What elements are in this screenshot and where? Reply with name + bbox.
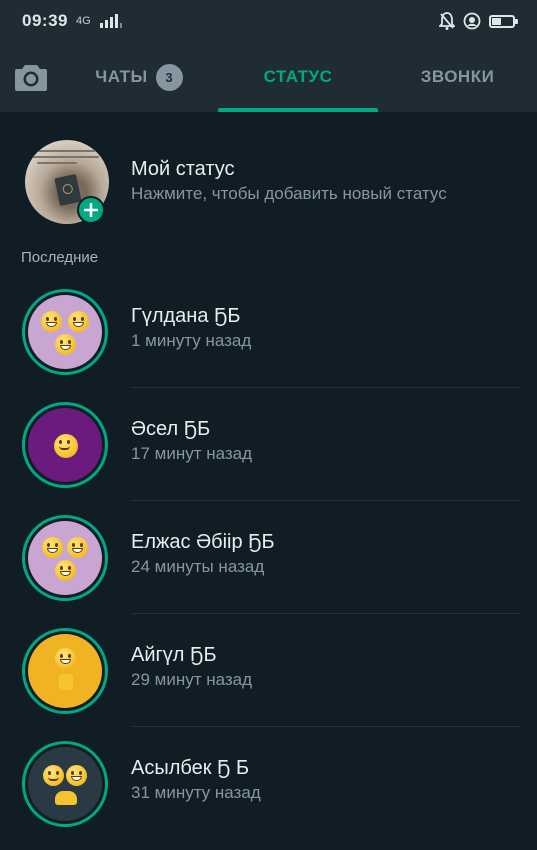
status-time: 31 минуту назад bbox=[131, 783, 261, 802]
clock: 09:39 bbox=[22, 11, 68, 30]
tab-calls-label: ЗВОНКИ bbox=[420, 67, 495, 86]
status-list-item[interactable]: Гүлдана ҔБ 1 минуту назад bbox=[0, 275, 537, 388]
status-thumbnail bbox=[28, 634, 102, 708]
network-type: 4G bbox=[75, 15, 91, 27]
contact-name: Әсел ҔБ bbox=[131, 418, 211, 440]
my-status-row[interactable]: Мой статус Нажмите, чтобы добавить новый… bbox=[0, 136, 537, 230]
status-ring bbox=[22, 741, 108, 827]
book-image bbox=[54, 174, 82, 206]
grinning-emoji-icon bbox=[41, 311, 62, 332]
add-status-icon[interactable] bbox=[77, 196, 105, 224]
status-list-item[interactable]: Айгүл ҔБ 29 минут назад bbox=[0, 614, 537, 727]
system-status-bar: 09:39 4G bbox=[0, 0, 537, 42]
status-time: 29 минут назад bbox=[131, 670, 253, 689]
contact-name: Елжас Әбіір ҔБ bbox=[131, 531, 275, 553]
tab-status[interactable]: СТАТУС bbox=[218, 42, 378, 112]
status-ring bbox=[22, 402, 108, 488]
status-thumbnail bbox=[28, 295, 102, 369]
recent-section-header: Последние bbox=[21, 249, 99, 266]
status-thumbnail bbox=[28, 747, 102, 821]
status-time: 1 минуту назад bbox=[131, 331, 252, 350]
tab-chats-label: ЧАТЫ bbox=[95, 67, 148, 86]
signal-icon bbox=[99, 14, 122, 28]
status-ring bbox=[22, 515, 108, 601]
contact-name: Асылбек Ҕ Б bbox=[131, 757, 250, 779]
grinning-emoji-icon bbox=[66, 765, 87, 786]
status-time: 17 минут назад bbox=[131, 444, 253, 463]
grinning-emoji-icon bbox=[55, 560, 76, 581]
unread-count-badge: 3 bbox=[155, 63, 183, 91]
my-status-title: Мой статус bbox=[131, 158, 235, 180]
status-thumbnail bbox=[28, 408, 102, 482]
alarm-off-icon bbox=[439, 12, 455, 30]
status-list-item[interactable]: Әсел ҔБ 17 минут назад bbox=[0, 388, 537, 501]
grinning-emoji-icon bbox=[55, 334, 76, 355]
grinning-emoji-icon bbox=[67, 537, 88, 558]
status-list-item[interactable]: Асылбек Ҕ Б 31 минуту назад bbox=[0, 727, 537, 840]
my-status-subtitle: Нажмите, чтобы добавить новый статус bbox=[131, 184, 447, 203]
status-thumbnail bbox=[28, 521, 102, 595]
grinning-emoji-icon bbox=[42, 537, 63, 558]
camera-icon[interactable] bbox=[14, 62, 48, 92]
tab-chats[interactable]: ЧАТЫ 3 bbox=[60, 42, 218, 112]
status-bar-right bbox=[439, 12, 518, 30]
tab-bar: ЧАТЫ 3 СТАТУС ЗВОНКИ bbox=[0, 42, 537, 112]
status-ring bbox=[22, 289, 108, 375]
tab-calls[interactable]: ЗВОНКИ bbox=[378, 42, 537, 112]
status-time: 24 минуты назад bbox=[131, 557, 265, 576]
smiling-emoji-icon bbox=[54, 434, 78, 458]
thumbs-up-icon bbox=[59, 674, 73, 690]
grinning-emoji-icon bbox=[68, 311, 89, 332]
tab-status-label: СТАТУС bbox=[263, 67, 333, 86]
smiling-emoji-icon bbox=[43, 765, 64, 786]
grinning-emoji-icon bbox=[55, 648, 76, 669]
active-tab-indicator bbox=[218, 108, 378, 112]
status-bar-left: 09:39 4G bbox=[22, 11, 125, 31]
status-ring bbox=[22, 628, 108, 714]
contact-name: Айгүл ҔБ bbox=[131, 644, 217, 666]
raised-hands-icon bbox=[55, 791, 77, 805]
contact-name: Гүлдана ҔБ bbox=[131, 305, 241, 327]
do-not-disturb-icon bbox=[463, 12, 481, 30]
battery-icon bbox=[489, 14, 518, 28]
status-list-item[interactable]: Елжас Әбіір ҔБ 24 минуты назад bbox=[0, 501, 537, 614]
